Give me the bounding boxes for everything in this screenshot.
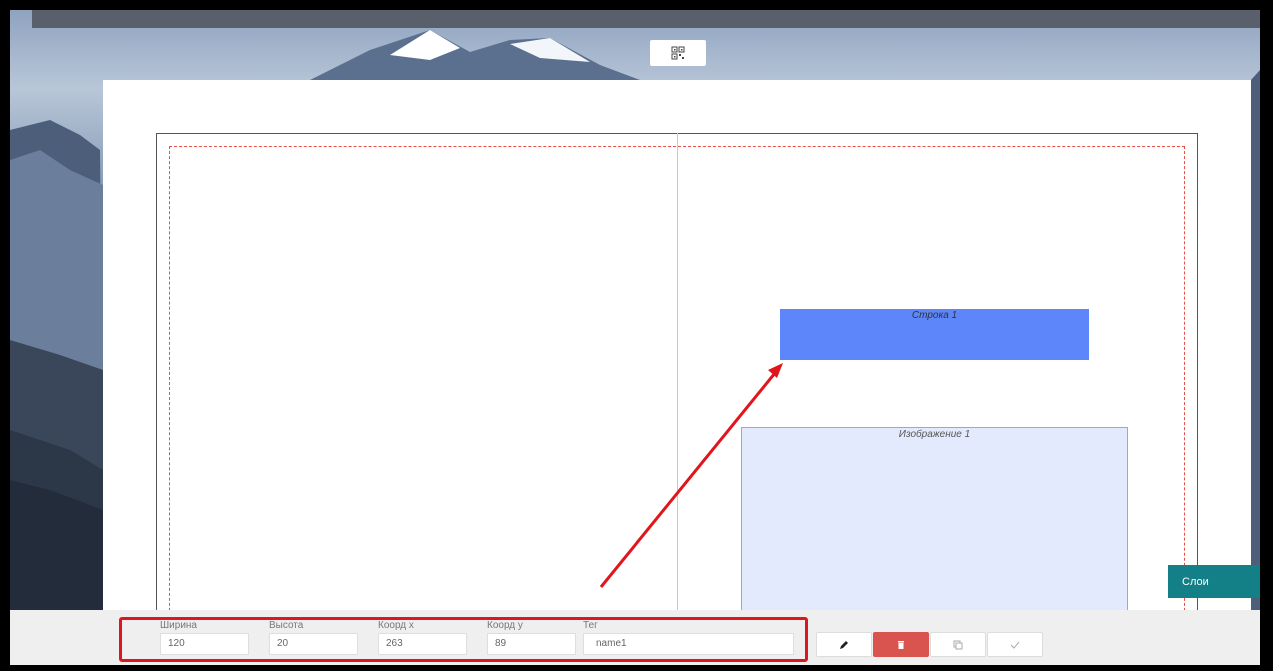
duplicate-button[interactable] [930, 632, 986, 657]
editor-window: Строка 1 Изображение 1 Слои Ширина 120 В… [10, 10, 1260, 665]
delete-button[interactable] [873, 632, 929, 657]
layers-button[interactable]: Слои [1168, 565, 1260, 598]
highlight-box [119, 617, 808, 662]
text-line-element[interactable]: Строка 1 [780, 309, 1089, 360]
pencil-icon [840, 640, 848, 649]
confirm-button[interactable] [987, 632, 1043, 657]
image-element[interactable]: Изображение 1 [741, 427, 1128, 627]
qr-code-button[interactable] [650, 40, 706, 66]
trash-icon [898, 640, 904, 649]
check-icon [1010, 641, 1020, 649]
copy-icon [953, 640, 963, 649]
layers-button-label: Слои [1182, 575, 1209, 588]
edit-button[interactable] [816, 632, 872, 657]
center-guide [677, 133, 678, 623]
page-canvas[interactable]: Строка 1 Изображение 1 [103, 80, 1251, 627]
qr-code-icon [671, 46, 685, 60]
